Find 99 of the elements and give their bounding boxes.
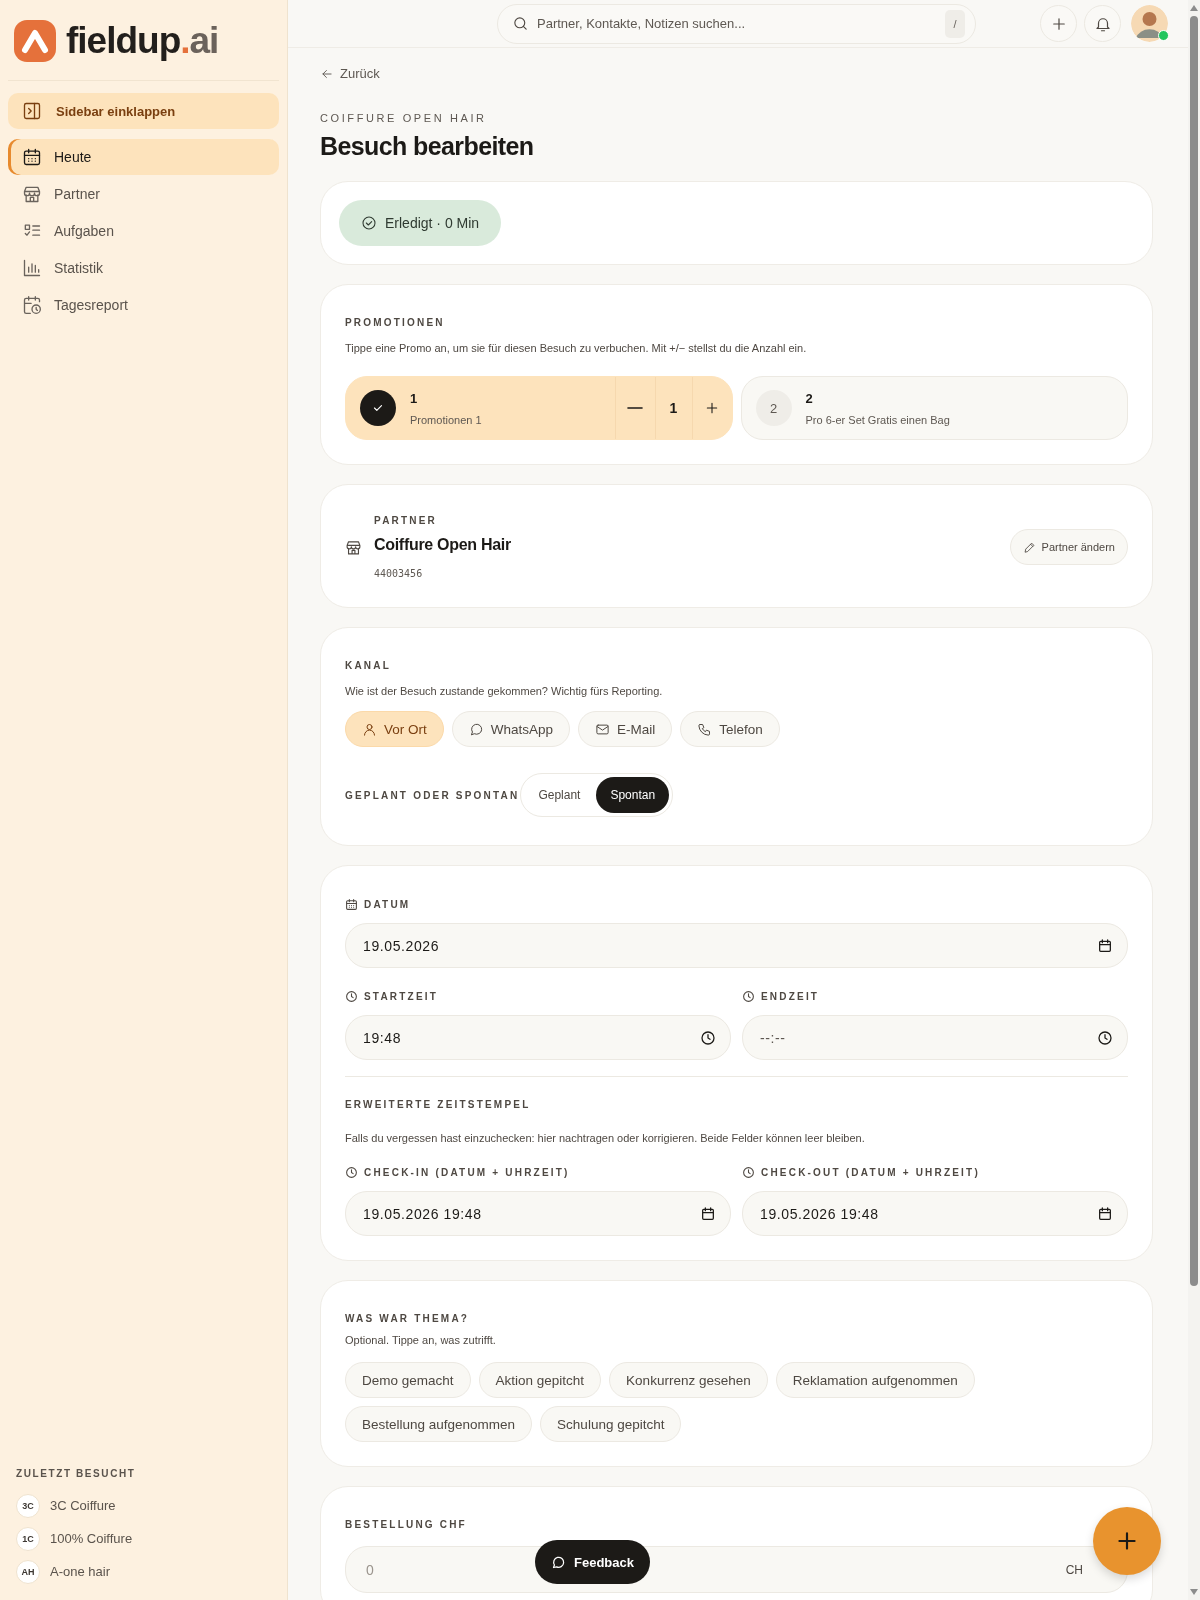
input-field[interactable]: 19.05.2026 19:48 <box>742 1191 1128 1236</box>
partner-eyebrow: COIFFURE OPEN HAIR <box>320 112 488 124</box>
hint-text: Tippe eine Promo an, um sie für diesen Besuch zu verbuchen. Mit +/− stellst du die Anzahl ein. <box>345 342 808 354</box>
section-title: CHECK-OUT (DATUM + UHRZEIT) <box>761 1167 980 1178</box>
topic-chip[interactable]: Demo gemacht <box>345 1362 471 1398</box>
topic-chip[interactable]: Bestellung aufgenommen <box>345 1406 533 1442</box>
clock-icon <box>345 1166 358 1179</box>
promo-option[interactable]: 2 2 Pro 6-er Set Gratis einen Bag <box>740 376 1128 440</box>
clock-icon <box>345 990 358 1003</box>
sidebar-panel-icon <box>22 101 42 121</box>
section-title: ZULETZT BESUCHT <box>16 1468 137 1479</box>
scroll-down-icon[interactable] <box>1190 1589 1198 1595</box>
shortcut-key: / <box>945 9 965 38</box>
hint-text: Optional. Tippe an, was zutrifft. <box>345 1334 497 1346</box>
channel-option[interactable]: WhatsApp <box>451 711 571 747</box>
channel-option[interactable]: E-Mail <box>578 711 673 747</box>
envelope-icon <box>595 721 611 737</box>
clock-icon <box>700 1029 716 1046</box>
collapse-sidebar-button[interactable]: Sidebar einklappen <box>8 93 279 129</box>
number-badge: 2 <box>755 390 792 426</box>
promo-number: 2 <box>805 390 814 406</box>
input-field[interactable]: 19.05.2026 <box>345 923 1128 968</box>
section-title: GEPLANT ODER SPONTAN <box>345 789 520 801</box>
topic-chip[interactable]: Konkurrenz gesehen <box>609 1362 768 1398</box>
partner-number: 44003456 <box>374 568 424 579</box>
plus-icon <box>704 400 720 416</box>
search-field[interactable]: Partner, Kontakte, Notizen suchen... / <box>497 3 976 44</box>
segment-option[interactable]: Geplant <box>524 777 595 813</box>
initials-badge: 3C <box>16 1493 40 1518</box>
initials-badge: 1C <box>16 1526 40 1551</box>
bar-chart-icon <box>22 258 42 278</box>
section-title: STARTZEIT <box>364 991 439 1002</box>
nav-item[interactable]: Statistik <box>8 250 279 286</box>
section-title: KANAL <box>345 660 391 671</box>
clock-icon <box>742 990 755 1003</box>
section-title: BESTELLUNG CHF <box>345 1519 467 1530</box>
clock-icon <box>1097 1029 1113 1046</box>
search-icon <box>512 15 529 32</box>
recent-partner-link[interactable]: 3C Coiffure <box>50 1498 116 1513</box>
calendar-icon <box>1097 937 1113 954</box>
nav-item[interactable]: Tagesreport <box>8 287 279 323</box>
promo-name: Promotionen 1 <box>410 413 483 426</box>
nav-item[interactable]: Partner <box>8 176 279 212</box>
quantity-value: 1 <box>654 377 692 439</box>
channel-option[interactable]: Telefon <box>680 711 780 747</box>
feedback-button[interactable]: Feedback <box>535 1540 650 1584</box>
minus-icon <box>628 407 642 409</box>
chat-bubble-icon <box>551 1554 566 1570</box>
notifications-button[interactable] <box>1084 5 1121 42</box>
promo-number: 1 <box>410 390 419 406</box>
chat-bubble-icon <box>468 721 484 737</box>
phone-icon <box>697 721 713 737</box>
section-title: ENDZEIT <box>761 991 820 1002</box>
pencil-icon <box>1022 540 1036 554</box>
partner-name: Coiffure Open Hair <box>374 536 512 554</box>
section-title: ERWEITERTE ZEITSTEMPEL <box>345 1099 531 1110</box>
add-button[interactable] <box>1040 5 1077 42</box>
scrollbar[interactable] <box>1188 0 1200 1600</box>
calendar-icon <box>345 898 358 911</box>
hint-text: Falls du vergessen hast einzuchecken: hier nachtragen oder korrigieren. Beide Felder können leer bleiben. <box>345 1132 866 1144</box>
calendar-clock-icon <box>22 295 42 315</box>
topic-chip[interactable]: Schulung gepitcht <box>540 1406 682 1442</box>
check-circle-icon <box>361 215 377 231</box>
section-title: CHECK-IN (DATUM + UHRZEIT) <box>364 1167 570 1178</box>
scroll-up-icon[interactable] <box>1190 5 1198 11</box>
nav-item[interactable]: Heute <box>8 139 279 175</box>
calendar-icon <box>1097 1205 1113 1222</box>
back-link[interactable]: Zurück <box>320 66 380 81</box>
clock-icon <box>742 1166 755 1179</box>
input-field[interactable]: --:-- <box>742 1015 1128 1060</box>
channel-option[interactable]: Vor Ort <box>345 711 444 747</box>
promo-name: Pro 6-er Set Gratis einen Bag <box>805 413 951 426</box>
initials-badge: AH <box>16 1559 40 1584</box>
topic-chip[interactable]: Reklamation aufgenommen <box>775 1362 975 1398</box>
calendar-icon <box>22 147 42 167</box>
avatar-icon[interactable] <box>1131 5 1168 42</box>
hint-text: Wie ist der Besuch zustande gekommen? Wichtig fürs Reporting. <box>345 685 664 697</box>
logo-icon <box>14 20 56 62</box>
segment-option[interactable]: Spontan <box>596 777 670 813</box>
change-partner-button[interactable]: Partner ändern <box>1009 529 1128 565</box>
person-icon <box>362 721 377 737</box>
nav-item[interactable]: Aufgaben <box>8 213 279 249</box>
calendar-icon <box>700 1205 716 1222</box>
page-title: Besuch bearbeiten <box>320 132 535 161</box>
scrollbar-thumb[interactable] <box>1190 16 1198 1286</box>
store-icon <box>22 184 42 204</box>
section-title: PARTNER <box>374 515 438 526</box>
section-title: WAS WAR THEMA? <box>345 1313 470 1324</box>
store-icon <box>345 538 362 556</box>
input-field[interactable]: 19.05.2026 19:48 <box>345 1191 731 1236</box>
input-field[interactable]: 19:48 <box>345 1015 731 1060</box>
recent-partner-link[interactable]: A-one hair <box>50 1564 110 1579</box>
currency-suffix: CH <box>1065 1562 1083 1577</box>
recent-partner-link[interactable]: 100% Coiffure <box>50 1531 133 1546</box>
section-title: PROMOTIONEN <box>345 317 445 328</box>
logo-text: fieldup.ai <box>66 20 219 62</box>
section-title: DATUM <box>364 899 411 910</box>
status-badge: Erledigt · 0 Min <box>339 200 502 246</box>
topic-chip[interactable]: Aktion gepitcht <box>478 1362 602 1398</box>
